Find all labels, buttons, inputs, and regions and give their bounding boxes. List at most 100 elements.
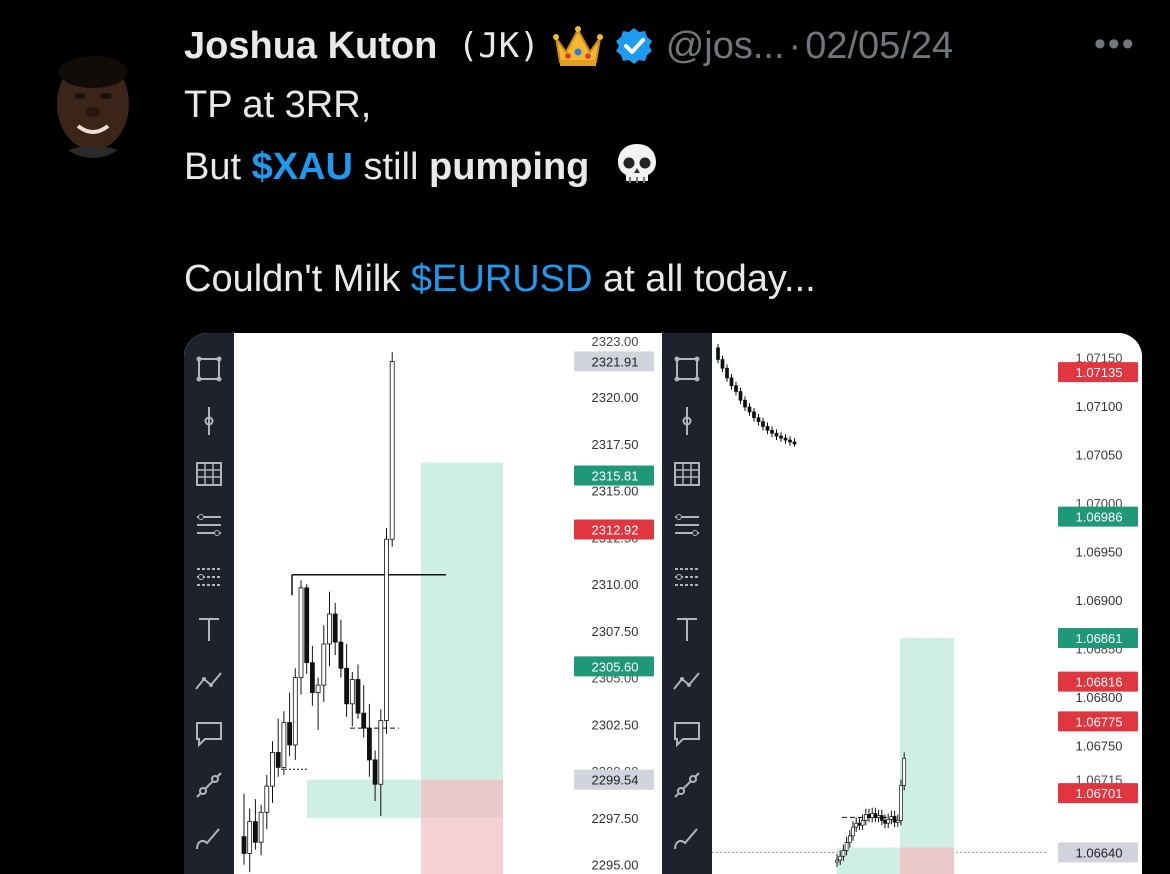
crosshair-tool-icon[interactable] (193, 353, 225, 385)
candle-body (315, 684, 321, 693)
tweet-text-bold: pumping (428, 146, 590, 188)
author-handle[interactable]: @jos... (666, 25, 785, 68)
candle-body (886, 819, 891, 824)
comment-tool-icon[interactable] (671, 717, 703, 749)
pitchfork-tool-icon[interactable] (193, 561, 225, 593)
candle-body (747, 406, 752, 413)
candle-body (338, 641, 344, 669)
fib-tool-icon[interactable] (193, 509, 225, 541)
price-tick-label: 2307.50 (592, 624, 639, 639)
candle-body (844, 842, 849, 851)
price-tick-label: 2302.50 (592, 717, 639, 732)
candle-body (770, 429, 774, 434)
candle-body (779, 435, 783, 439)
brush-tool-icon[interactable] (193, 821, 225, 853)
text-tool-icon[interactable] (193, 613, 225, 645)
candle-body (847, 835, 852, 844)
candle-body (752, 411, 756, 419)
pitchfork-tool-icon[interactable] (671, 561, 703, 593)
tweet-media[interactable]: 2312.502305.002300.002323.002320.002317.… (184, 333, 1142, 874)
candle-body (287, 722, 292, 746)
price-marker: 1.06861 (1076, 631, 1123, 646)
candle-body (304, 587, 310, 664)
overlap-zone (421, 779, 503, 818)
price-marker: 1.06640 (1076, 845, 1123, 860)
candle-body (372, 759, 378, 785)
author-suffix: (JK) (437, 26, 540, 66)
chart-toolbar (184, 333, 234, 874)
eurusd-chart: 1.071501.070001.068501.067151.071001.070… (712, 333, 1142, 874)
price-tick-label: 1.07100 (1076, 399, 1123, 414)
xau-chart: 2312.502305.002300.002323.002320.002317.… (241, 333, 658, 874)
candle-body (281, 722, 287, 768)
candle-body (258, 811, 264, 843)
separator-dot: · (788, 24, 802, 67)
eurusd-chart-image[interactable]: 1.07150 1.07000 1.06850 1.06715 1.07100 1.070… (662, 333, 1142, 874)
price-tick-label: 2310.00 (592, 577, 639, 592)
candle-body (349, 679, 355, 705)
avatar[interactable] (44, 44, 142, 158)
more-options-icon[interactable]: ••• (1094, 27, 1136, 61)
cursor-line-tool-icon[interactable] (671, 405, 703, 437)
tweet-text-line-1: TP at 3RR, (184, 84, 372, 126)
text-tool-icon[interactable] (671, 613, 703, 645)
price-tick-label: 2317.50 (592, 437, 639, 452)
candle-body (241, 836, 247, 854)
author-suffix-text: (JK) (457, 26, 540, 66)
candle-body (738, 391, 743, 401)
candle-body (783, 437, 788, 441)
candle-body (292, 677, 298, 746)
xau-chart-image[interactable]: 2312.502305.002300.002323.002320.002317.… (184, 333, 658, 874)
candle-body (851, 826, 855, 837)
crosshair-tool-icon[interactable] (671, 353, 703, 385)
fib-tool-icon[interactable] (671, 509, 703, 541)
candle-body (361, 712, 367, 729)
candle-body (863, 814, 868, 821)
price-marker: 2315.81 (592, 468, 639, 483)
grid-tool-icon[interactable] (671, 457, 703, 489)
candle-body (788, 439, 792, 443)
grid-tool-icon[interactable] (193, 457, 225, 489)
tweet-date[interactable]: 02/05/24 (805, 25, 953, 68)
tweet-text-segment: still (352, 146, 429, 188)
entry-zone (307, 779, 421, 818)
price-marker: 1.06775 (1076, 714, 1123, 729)
verified-badge-icon[interactable] (614, 26, 654, 66)
candle-body (774, 432, 779, 437)
price-marker: 1.07135 (1076, 365, 1123, 380)
skull-icon (614, 141, 660, 187)
candle-body (355, 679, 361, 714)
measure-tool-icon[interactable] (671, 769, 703, 801)
candle-body (895, 819, 900, 823)
candle-body (734, 385, 738, 392)
cashtag-eurusd[interactable]: $EURUSD (411, 258, 593, 300)
price-tick-label: 1.07050 (1076, 448, 1123, 463)
tweet-text-segment: But (184, 146, 252, 188)
trend-tool-icon[interactable] (193, 665, 225, 697)
candle-body (253, 821, 258, 843)
candle-body (899, 785, 903, 821)
candle-body (870, 813, 875, 818)
cashtag-xau[interactable]: $XAU (252, 146, 353, 188)
tweet-text-line-3: Couldn't Milk $EURUSD at all today... (184, 258, 816, 301)
tweet-text-segment: Couldn't Milk (184, 258, 411, 300)
price-tick-label: 1.06750 (1076, 739, 1123, 754)
candle-body (756, 417, 761, 422)
candle-body (366, 727, 372, 761)
price-marker: 2321.91 (592, 354, 639, 369)
loss-zone (421, 817, 503, 874)
brush-tool-icon[interactable] (671, 821, 703, 853)
profit-zone (900, 637, 954, 848)
price-tick-label: 2295.00 (592, 858, 639, 873)
cursor-line-tool-icon[interactable] (193, 405, 225, 437)
author-name[interactable]: Joshua Kuton (184, 25, 437, 68)
price-marker: 2305.60 (592, 659, 639, 674)
candle-body (264, 785, 270, 813)
measure-tool-icon[interactable] (193, 769, 225, 801)
comment-tool-icon[interactable] (193, 717, 225, 749)
price-tick-label: 2315.00 (592, 484, 639, 499)
avatar-image (44, 44, 142, 158)
candle-body (743, 399, 747, 408)
candle-body (247, 821, 253, 854)
trend-tool-icon[interactable] (671, 665, 703, 697)
